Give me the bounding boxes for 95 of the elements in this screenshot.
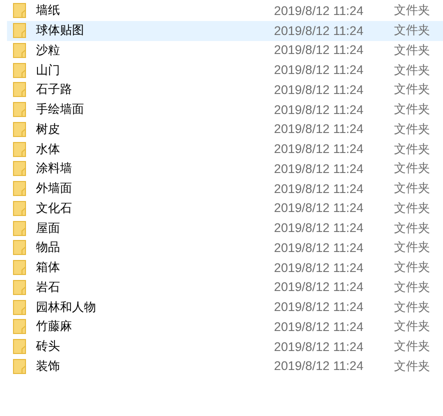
file-type: 文件夹 [394, 180, 430, 198]
file-type: 文件夹 [394, 358, 430, 375]
modified-date: 2019/8/12 11:24 [274, 142, 364, 156]
file-row[interactable]: 岩石 2019/8/12 11:24 文件夹 [7, 278, 443, 298]
file-type: 文件夹 [394, 259, 430, 276]
file-row[interactable]: 沙粒 2019/8/12 11:24 文件夹 [7, 40, 443, 60]
folder-icon [13, 161, 26, 176]
modified-date: 2019/8/12 11:24 [274, 162, 364, 176]
file-name: 山门 [36, 62, 61, 79]
file-row[interactable]: 屋面 2019/8/12 11:24 文件夹 [7, 218, 443, 238]
file-name: 物品 [36, 239, 61, 256]
file-name: 岩石 [36, 278, 61, 296]
file-name: 砖头 [36, 338, 61, 356]
modified-date: 2019/8/12 11:24 [274, 359, 364, 374]
file-name: 屋面 [36, 220, 61, 237]
modified-date: 2019/8/12 11:24 [274, 24, 364, 38]
modified-date: 2019/8/12 11:24 [274, 182, 364, 196]
file-row[interactable]: 球体贴图 2019/8/12 11:24 文件夹 [7, 20, 443, 40]
file-row[interactable]: 手绘墙面 2019/8/12 11:24 文件夹 [7, 100, 443, 120]
file-name: 水体 [36, 140, 61, 158]
file-row[interactable]: 物品 2019/8/12 11:24 文件夹 [7, 238, 443, 258]
file-type: 文件夹 [394, 2, 430, 20]
file-type: 文件夹 [394, 62, 430, 79]
folder-icon [13, 200, 26, 216]
modified-date: 2019/8/12 11:24 [274, 122, 364, 136]
folder-icon [13, 319, 26, 334]
folder-icon [13, 220, 26, 236]
file-type: 文件夹 [394, 160, 430, 178]
modified-date: 2019/8/12 11:24 [274, 280, 364, 294]
folder-icon [13, 23, 26, 38]
folder-icon [13, 3, 26, 18]
modified-date: 2019/8/12 11:24 [274, 43, 364, 58]
file-name: 沙粒 [36, 42, 61, 59]
folder-icon [13, 240, 26, 256]
file-row[interactable]: 箱体 2019/8/12 11:24 文件夹 [7, 258, 443, 278]
file-row[interactable]: 涂料墙 2019/8/12 11:24 文件夹 [7, 159, 443, 179]
file-type: 文件夹 [394, 298, 430, 316]
folder-icon [13, 339, 26, 354]
file-row[interactable]: 山门 2019/8/12 11:24 文件夹 [7, 60, 443, 80]
file-type: 文件夹 [394, 120, 430, 138]
file-row[interactable]: 水体 2019/8/12 11:24 文件夹 [7, 139, 443, 159]
file-type: 文件夹 [394, 140, 430, 158]
file-type: 文件夹 [394, 42, 430, 59]
file-name: 墙纸 [36, 2, 61, 20]
file-row[interactable]: 石子路 2019/8/12 11:24 文件夹 [7, 80, 443, 100]
file-name: 装饰 [36, 358, 61, 375]
file-type: 文件夹 [394, 22, 430, 40]
file-row[interactable]: 文化石 2019/8/12 11:24 文件夹 [7, 198, 443, 218]
file-name: 球体贴图 [36, 22, 85, 40]
file-row[interactable]: 竹藤麻 2019/8/12 11:24 文件夹 [7, 317, 443, 337]
file-type: 文件夹 [394, 220, 430, 237]
modified-date: 2019/8/12 11:24 [274, 320, 364, 334]
folder-icon [13, 82, 26, 98]
folder-icon [13, 280, 26, 295]
modified-date: 2019/8/12 11:24 [274, 63, 364, 78]
file-name: 树皮 [36, 120, 61, 138]
file-row[interactable]: 外墙面 2019/8/12 11:24 文件夹 [7, 178, 443, 198]
file-type: 文件夹 [394, 200, 430, 217]
folder-icon [13, 62, 26, 78]
modified-date: 2019/8/12 11:24 [274, 82, 364, 97]
folder-icon [13, 142, 26, 157]
folder-icon [13, 358, 26, 374]
modified-date: 2019/8/12 11:24 [274, 240, 364, 255]
modified-date: 2019/8/12 11:24 [274, 300, 364, 314]
file-name: 手绘墙面 [36, 101, 85, 118]
modified-date: 2019/8/12 11:24 [274, 221, 364, 236]
file-type: 文件夹 [394, 318, 430, 336]
file-name: 箱体 [36, 259, 61, 276]
modified-date: 2019/8/12 11:24 [274, 4, 364, 18]
folder-icon [13, 42, 26, 58]
modified-date: 2019/8/12 11:24 [274, 102, 364, 117]
file-type: 文件夹 [394, 81, 430, 98]
folder-icon [13, 102, 26, 118]
file-type: 文件夹 [394, 101, 430, 118]
file-row[interactable]: 装饰 2019/8/12 11:24 文件夹 [7, 356, 443, 376]
file-name: 文化石 [36, 200, 73, 217]
modified-date: 2019/8/12 11:24 [274, 201, 364, 216]
file-name: 涂料墙 [36, 160, 73, 178]
file-name: 竹藤麻 [36, 318, 73, 336]
file-type: 文件夹 [394, 338, 430, 356]
file-type: 文件夹 [394, 278, 430, 296]
modified-date: 2019/8/12 11:24 [274, 260, 364, 275]
file-row[interactable]: 园林和人物 2019/8/12 11:24 文件夹 [7, 297, 443, 317]
file-type: 文件夹 [394, 239, 430, 256]
file-row[interactable]: 砖头 2019/8/12 11:24 文件夹 [7, 336, 443, 356]
folder-icon [13, 300, 26, 315]
folder-icon [13, 122, 26, 137]
folder-icon [13, 181, 26, 196]
file-name: 外墙面 [36, 180, 73, 198]
file-name: 园林和人物 [36, 298, 97, 316]
file-row[interactable]: 墙纸 2019/8/12 11:24 文件夹 [7, 1, 443, 21]
file-name: 石子路 [36, 81, 73, 98]
modified-date: 2019/8/12 11:24 [274, 340, 364, 354]
file-row[interactable]: 树皮 2019/8/12 11:24 文件夹 [7, 120, 443, 140]
folder-icon [13, 260, 26, 276]
